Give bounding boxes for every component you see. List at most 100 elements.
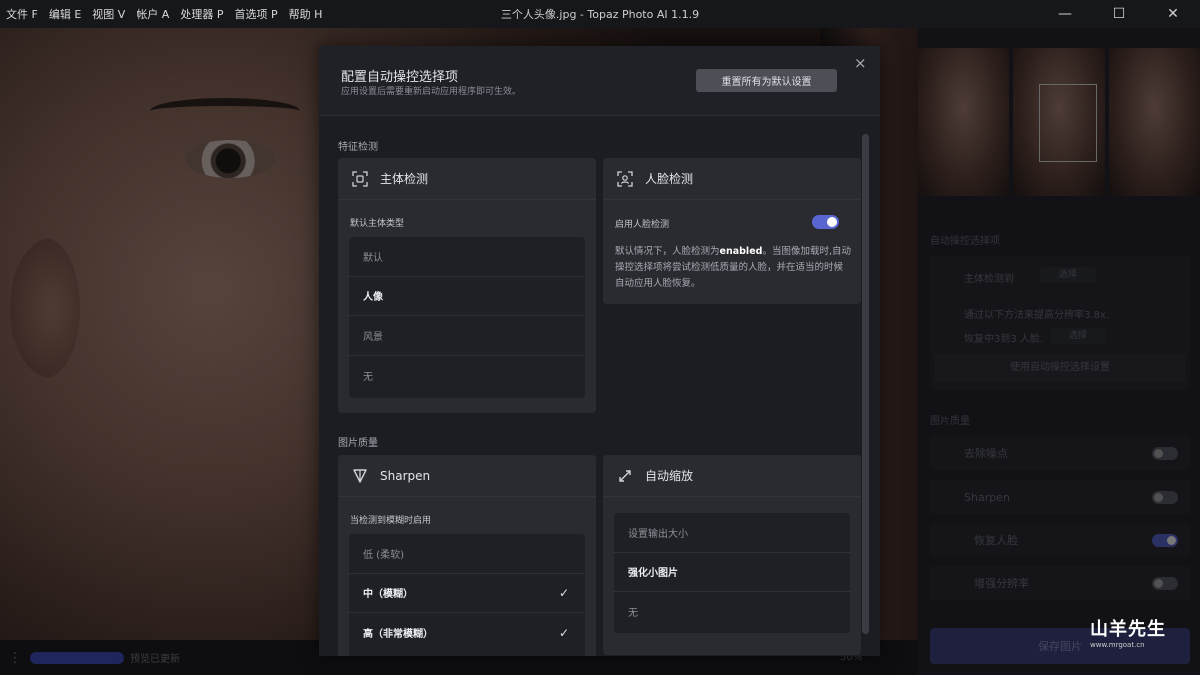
subject-option-landscape[interactable]: 风景 — [349, 316, 585, 356]
enable-face-label: 启用人脸检测 — [615, 220, 670, 230]
denoise-label: 去除噪点 — [964, 447, 1008, 460]
autopilot-header: 自动操控选择项 — [930, 236, 1000, 247]
close-window-icon[interactable]: ✕ — [1146, 0, 1200, 28]
watermark-url: www.mrgoat.cn — [1090, 641, 1145, 649]
minimize-icon[interactable]: — — [1038, 0, 1092, 28]
sharpen-card: Sharpen 当检测到模糊时启用 低 (柔软) 中（模糊） ✓ 高（非常模糊） ✓ — [338, 455, 596, 656]
photo-eye — [185, 140, 275, 178]
restore-row: 恢复中3到3 人脸. — [964, 334, 1044, 345]
desc-pre: 默认情况下，人脸检测为 — [615, 246, 720, 257]
thumbnail-selected[interactable] — [1013, 48, 1105, 196]
auto-upscale-card: 自动缩放 设置输出大小 强化小图片 无 — [603, 455, 861, 655]
subject-option-none[interactable]: 无 — [349, 356, 585, 396]
upscale-option-enhance-small[interactable]: 强化小图片 — [614, 553, 850, 592]
subject-select-button[interactable]: 选择 — [1040, 267, 1096, 283]
menu-processor[interactable]: 处理器 P — [180, 6, 223, 22]
subject-options: 默认 人像 风景 无 — [349, 237, 585, 398]
option-label: 低 (柔软) — [363, 549, 404, 561]
upscale-row: 通过以下方法来提高分辨率3.8x. — [964, 310, 1109, 321]
sharpen-icon — [350, 466, 370, 486]
dialog-title: 配置自动操控选择项 — [341, 70, 459, 85]
sharpen-option-medium[interactable]: 中（模糊） ✓ — [349, 574, 585, 613]
expand-arrows-icon — [615, 466, 635, 486]
check-icon: ✓ — [558, 625, 569, 640]
face-detection-description: 默认情况下，人脸检测为enabled。当图像加载时,自动操控选择项将尝试检测低质… — [615, 244, 851, 292]
menu-view[interactable]: 视图 V — [92, 6, 125, 22]
upscale-card-header: 自动缩放 — [603, 455, 861, 497]
watermark: 山羊先生 www.mrgoat.cn — [1090, 615, 1190, 651]
face-detection-toggle[interactable] — [812, 215, 839, 229]
quality-header: 图片质量 — [930, 416, 970, 427]
face-recovery-toggle[interactable] — [1152, 534, 1178, 547]
photo-brow — [150, 98, 300, 124]
section-quality: 图片质量 — [338, 438, 378, 449]
subject-option-default[interactable]: 默认 — [349, 237, 585, 277]
menu-help[interactable]: 帮助 H — [289, 6, 323, 22]
denoise-toggle[interactable] — [1152, 447, 1178, 460]
dialog-subtitle: 应用设置后需要重新启动应用程序即可生效。 — [341, 87, 522, 97]
face-card-title: 人脸检测 — [645, 172, 694, 186]
subject-detection-card: 主体检测 默认主体类型 默认 人像 风景 无 — [338, 158, 596, 413]
subject-option-portrait[interactable]: 人像 — [349, 277, 585, 316]
restore-select-button[interactable]: 选择 — [1050, 328, 1106, 344]
sharpen-row[interactable]: Sharpen — [930, 480, 1190, 514]
right-panel: 自动操控选择项 主体检测到 选择 通过以下方法来提高分辨率3.8x. 恢复中3到… — [918, 28, 1200, 675]
drag-handle-icon[interactable]: ⋮ — [0, 650, 30, 666]
upscale-card-title: 自动缩放 — [645, 469, 694, 483]
dialog-header: 配置自动操控选择项 应用设置后需要重新启动应用程序即可生效。 重置所有为默认设置… — [319, 46, 880, 116]
sharpen-toggle[interactable] — [1152, 491, 1178, 504]
menu-preferences[interactable]: 首选项 P — [234, 6, 277, 22]
title-bar: 文件 F 编辑 E 视图 V 帐户 A 处理器 P 首选项 P 帮助 H 三个人… — [0, 0, 1200, 28]
sharpen-option-low[interactable]: 低 (柔软) — [349, 534, 585, 574]
sharpen-card-header: Sharpen — [338, 455, 596, 497]
sharpen-option-high[interactable]: 高（非常模糊） ✓ — [349, 613, 585, 653]
face-detect-icon — [615, 169, 635, 189]
menu-account[interactable]: 帐户 A — [136, 6, 169, 22]
option-label: 无 — [363, 371, 373, 383]
subject-row: 主体检测到 — [964, 274, 1014, 285]
option-label: 强化小图片 — [628, 568, 678, 580]
upscale-option-none[interactable]: 无 — [614, 592, 850, 632]
upscale-toggle[interactable] — [1152, 577, 1178, 590]
dialog-scrollbar[interactable] — [862, 134, 869, 634]
section-detection: 特征检测 — [338, 142, 378, 153]
thumbnail[interactable] — [1108, 48, 1200, 196]
face-recovery-label: 恢复人脸 — [974, 534, 1018, 547]
sharpen-when-label: 当检测到模糊时启用 — [350, 516, 432, 526]
option-label: 无 — [628, 608, 638, 620]
menu-file[interactable]: 文件 F — [6, 6, 38, 22]
default-subject-label: 默认主体类型 — [350, 219, 405, 229]
upscale-row-toggle[interactable]: 增强分辨率 — [930, 566, 1190, 600]
autopilot-card: 主体检测到 选择 通过以下方法来提高分辨率3.8x. 恢复中3到3 人脸. 选择… — [930, 256, 1190, 390]
menu-edit[interactable]: 编辑 E — [49, 6, 81, 22]
subject-card-title: 主体检测 — [380, 172, 429, 186]
maximize-icon[interactable]: ☐ — [1092, 0, 1146, 28]
window-controls: — ☐ ✕ — [1038, 0, 1200, 28]
denoise-row[interactable]: 去除噪点 — [930, 436, 1190, 470]
option-label: 设置输出大小 — [628, 528, 688, 540]
reset-defaults-button[interactable]: 重置所有为默认设置 — [696, 69, 837, 92]
option-label: 默认 — [363, 252, 383, 264]
thumbnail-strip — [918, 48, 1200, 196]
check-icon: ✓ — [558, 585, 569, 600]
face-recovery-row[interactable]: 恢复人脸 — [930, 523, 1190, 557]
sharpen-card-title: Sharpen — [380, 468, 431, 483]
face-card-header: 人脸检测 — [603, 158, 861, 200]
autopilot-settings-dialog: 配置自动操控选择项 应用设置后需要重新启动应用程序即可生效。 重置所有为默认设置… — [319, 46, 880, 656]
thumbnail[interactable] — [918, 48, 1010, 196]
subject-detect-icon — [350, 169, 370, 189]
preview-status: 预览已更新 — [130, 654, 180, 665]
face-detection-card: 人脸检测 启用人脸检测 默认情况下，人脸检测为enabled。当图像加载时,自动… — [603, 158, 861, 304]
subject-card-header: 主体检测 — [338, 158, 596, 200]
menu-bar: 文件 F 编辑 E 视图 V 帐户 A 处理器 P 首选项 P 帮助 H — [0, 6, 322, 22]
upscale-option-output-size[interactable]: 设置输出大小 — [614, 513, 850, 553]
upscale-label: 增强分辨率 — [974, 577, 1029, 590]
sharpen-label: Sharpen — [964, 490, 1010, 504]
apply-autopilot-button[interactable]: 使用自动操控选择设置 — [934, 354, 1186, 382]
photo-ear — [10, 238, 80, 378]
upscale-options: 设置输出大小 强化小图片 无 — [614, 513, 850, 633]
option-label: 中（模糊） — [363, 589, 413, 601]
option-label: 高（非常模糊） — [363, 629, 433, 641]
sharpen-options: 低 (柔软) 中（模糊） ✓ 高（非常模糊） ✓ — [349, 534, 585, 656]
close-icon[interactable]: × — [854, 54, 867, 72]
